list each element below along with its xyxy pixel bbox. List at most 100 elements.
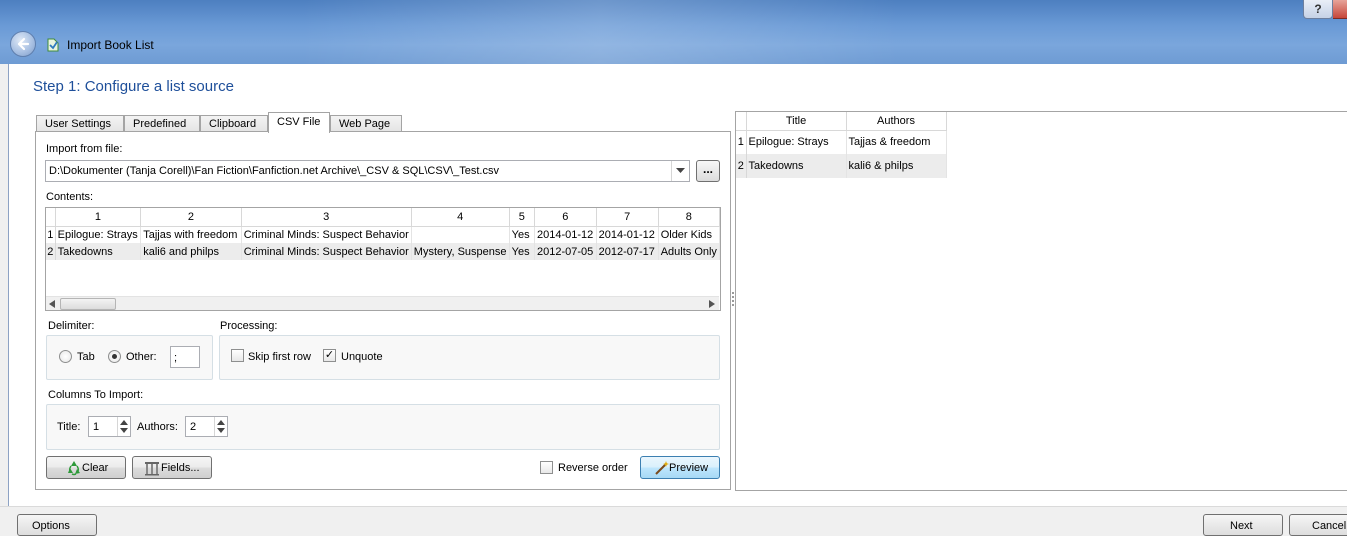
close-button[interactable]: [1333, 0, 1347, 19]
skip-first-row-checkbox[interactable]: [231, 349, 244, 362]
fields-button[interactable]: Fields...: [132, 456, 212, 479]
contents-table: 1 2 3 4 5 6 7 8 1 Epilogue: Strays Tajja…: [46, 208, 720, 260]
spinner-arrows[interactable]: [117, 417, 130, 436]
contents-horizontal-scrollbar[interactable]: [46, 296, 719, 310]
title-bar-glass: [300, 0, 900, 64]
column-header[interactable]: 6: [534, 208, 597, 227]
spin-down-icon[interactable]: [120, 428, 128, 433]
table-cell: Criminal Minds: Suspect Behavior: [241, 226, 412, 243]
table-cell: Criminal Minds: Suspect Behavior: [241, 243, 412, 260]
file-path-value: D:\Dokumenter (Tanja Corell)\Fan Fiction…: [49, 165, 499, 177]
options-button-label: Options: [32, 520, 70, 532]
chevron-down-icon: [676, 168, 685, 173]
scrollbar-thumb[interactable]: [60, 298, 116, 310]
other-delimiter-input[interactable]: ;: [170, 346, 200, 368]
contents-header-row: 1 2 3 4 5 6 7 8: [46, 208, 720, 227]
spin-down-icon[interactable]: [217, 428, 225, 433]
next-button[interactable]: Next: [1203, 514, 1283, 536]
delimiter-label: Delimiter:: [48, 320, 95, 332]
reverse-order-checkbox[interactable]: [540, 461, 553, 474]
table-row[interactable]: 2 Takedowns kali6 and philps Criminal Mi…: [46, 243, 720, 260]
column-header[interactable]: 3: [241, 208, 412, 227]
browse-file-button[interactable]: ...: [696, 160, 720, 182]
table-cell: kali6 & philps: [846, 154, 947, 178]
authors-column-spinner[interactable]: 2: [185, 416, 228, 437]
row-number-header: [46, 208, 56, 227]
title-column-label: Title:: [57, 421, 81, 433]
spinner-arrows[interactable]: [214, 417, 227, 436]
table-cell: [411, 226, 510, 243]
table-row[interactable]: 1 Epilogue: Strays Tajjas with freedom C…: [46, 226, 720, 243]
unquote-checkbox[interactable]: ✓: [323, 349, 336, 362]
table-cell: Epilogue: Strays: [55, 226, 142, 243]
scroll-left-icon[interactable]: [49, 300, 55, 308]
combo-dropdown-arrow[interactable]: [671, 161, 689, 181]
columns-icon: [145, 462, 159, 476]
title-column-value: 1: [93, 421, 100, 433]
preview-header-row: Title Authors: [736, 112, 947, 131]
window-title: Import Book List: [67, 38, 154, 52]
row-number: 1: [736, 130, 747, 154]
table-cell: Epilogue: Strays: [746, 130, 847, 154]
other-delimiter-radio[interactable]: [108, 350, 121, 363]
column-header[interactable]: 7: [596, 208, 659, 227]
table-cell: Takedowns: [55, 243, 142, 260]
column-header[interactable]: 8: [658, 208, 720, 227]
options-button[interactable]: Options: [17, 514, 97, 536]
other-delimiter-value: ;: [174, 352, 178, 364]
dialog-footer: [0, 506, 1347, 529]
file-path-combo[interactable]: D:\Dokumenter (Tanja Corell)\Fan Fiction…: [45, 160, 690, 182]
import-from-file-label: Import from file:: [46, 143, 123, 155]
table-cell: Takedowns: [746, 154, 847, 178]
column-header[interactable]: 4: [411, 208, 510, 227]
cancel-button-label: Cancel: [1312, 520, 1347, 532]
contents-label: Contents:: [46, 191, 94, 203]
skip-first-row-label[interactable]: Skip first row: [248, 351, 311, 363]
table-cell: Older Kids: [658, 226, 720, 243]
help-button[interactable]: ?: [1303, 0, 1333, 19]
column-header[interactable]: 2: [140, 208, 242, 227]
table-cell: Mystery, Suspense: [411, 243, 510, 260]
row-number: 2: [46, 243, 56, 260]
table-cell: Yes: [509, 243, 535, 260]
title-column-spinner[interactable]: 1: [88, 416, 131, 437]
tab-delimiter-label[interactable]: Tab: [77, 351, 95, 363]
tab-delimiter-radio[interactable]: [59, 350, 72, 363]
row-number: 2: [736, 154, 747, 178]
unquote-label[interactable]: Unquote: [341, 351, 383, 363]
reverse-order-label[interactable]: Reverse order: [558, 462, 628, 474]
fields-button-label: Fields...: [161, 462, 200, 474]
processing-label: Processing:: [220, 320, 278, 332]
authors-column-header[interactable]: Authors: [846, 112, 947, 131]
spin-up-icon[interactable]: [120, 420, 128, 425]
spin-up-icon[interactable]: [217, 420, 225, 425]
scroll-right-icon[interactable]: [709, 300, 715, 308]
clear-button-label: Clear: [82, 462, 109, 474]
authors-column-value: 2: [190, 421, 197, 433]
row-number-header: [736, 112, 747, 131]
column-header[interactable]: 1: [55, 208, 142, 227]
table-cell: 2012-07-17: [596, 243, 659, 260]
preview-grid[interactable]: Title Authors 1 Epilogue: Strays Tajjas …: [736, 112, 947, 178]
title-column-header[interactable]: Title: [746, 112, 847, 131]
table-row[interactable]: 2 Takedowns kali6 & philps: [736, 154, 947, 178]
table-cell: kali6 and philps: [140, 243, 242, 260]
back-arrow-icon: [17, 37, 30, 51]
authors-column-label: Authors:: [137, 421, 178, 433]
magic-wand-icon: [655, 461, 669, 475]
column-header[interactable]: 5: [509, 208, 535, 227]
tab-csv-file[interactable]: CSV File: [268, 112, 330, 133]
next-button-label: Next: [1230, 520, 1253, 532]
clear-button[interactable]: Clear: [46, 456, 126, 479]
table-cell: 2014-01-12: [596, 226, 659, 243]
splitter-grip-icon[interactable]: [732, 292, 734, 306]
step-title: Step 1: Configure a list source: [33, 78, 234, 95]
other-delimiter-label[interactable]: Other:: [126, 351, 157, 363]
back-button[interactable]: [10, 31, 36, 57]
table-cell: Tajjas & freedom: [846, 130, 947, 154]
preview-button[interactable]: Preview: [640, 456, 720, 479]
preview-button-label: Preview: [669, 462, 709, 474]
cancel-button[interactable]: Cancel: [1289, 514, 1347, 536]
table-row[interactable]: 1 Epilogue: Strays Tajjas & freedom: [736, 130, 947, 154]
preview-table: Title Authors 1 Epilogue: Strays Tajjas …: [736, 112, 947, 178]
